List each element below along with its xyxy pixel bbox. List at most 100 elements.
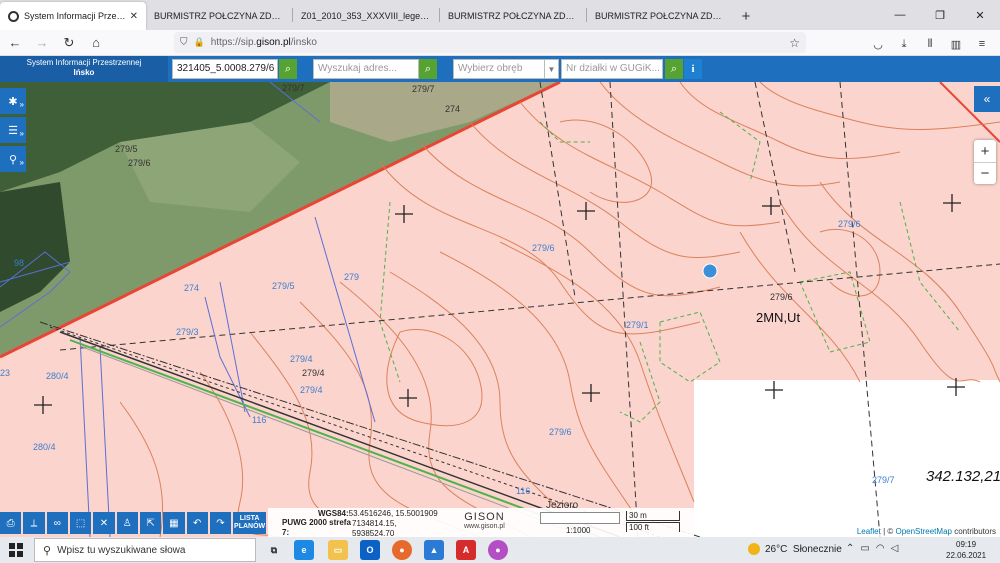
parcel-search-button[interactable]: ⌕	[279, 59, 297, 79]
pdf-reader-icon[interactable]: A	[456, 540, 476, 560]
chevron-right-icon: »	[19, 100, 24, 109]
taskbar-search-text: Wpisz tu wyszukiwane słowa	[57, 544, 186, 556]
new-tab-button[interactable]: +	[733, 2, 759, 30]
search-icon: ⌕	[424, 62, 432, 75]
map-view[interactable]: 279/7 279/7 274 279/5 279/6 279/6 279/6 …	[0, 82, 1000, 537]
firefox-nightly-icon[interactable]: ●	[488, 540, 508, 560]
district-select[interactable]: Wybierz obręb	[453, 59, 545, 79]
location-marker[interactable]	[702, 263, 718, 279]
taskbar-clock[interactable]: 09:19 22.06.2021	[946, 539, 986, 561]
parcel-label: 279/6	[532, 243, 555, 253]
measure-icon[interactable]: ⟂	[23, 512, 45, 534]
network-icon[interactable]: ▭	[860, 543, 875, 554]
parcel-label: 280/4	[46, 371, 69, 381]
forward-icon[interactable]: →	[30, 31, 54, 55]
scale-ratio: 1:1000	[566, 526, 591, 535]
leaflet-link[interactable]: Leaflet	[857, 527, 881, 536]
minimize-icon[interactable]: —	[880, 0, 920, 30]
parcel-label: 280/4	[33, 442, 56, 452]
tab-label: BURMISTRZ POŁCZYNA ZDROJU - U	[154, 11, 284, 21]
parcel-search-input[interactable]: 321405_5.0008.279/6 (S	[172, 59, 278, 79]
chevron-down-icon[interactable]: ▼	[545, 59, 559, 79]
parcel-label: 279/3	[176, 327, 199, 337]
browser-extensions: ◡ ⤓ ⫴ ▥ ≡	[864, 32, 994, 56]
parcel-label: 274	[445, 104, 461, 114]
osm-link[interactable]: OpenStreetMap	[895, 527, 951, 536]
person-icon[interactable]: ♙	[116, 512, 138, 534]
layers-toggle-button[interactable]: ☰»	[0, 117, 26, 143]
window-controls: — ❐ ✕	[880, 0, 1000, 30]
fullscreen-icon[interactable]: ✕	[93, 512, 115, 534]
url-bar[interactable]: ⛉ 🔒 https://sip.gison.pl/insko ☆	[174, 32, 806, 53]
map-icon[interactable]: ▦	[163, 512, 185, 534]
tab-burmistrz-1[interactable]: BURMISTRZ POŁCZYNA ZDROJU - U	[146, 2, 292, 30]
parcel-label: 279/5	[115, 144, 138, 154]
parcel-label: 279/5	[272, 281, 295, 291]
address-search-button[interactable]: ⌕	[419, 59, 437, 79]
parcel-label: 23	[0, 368, 11, 378]
search-icon: ⌕	[670, 62, 678, 75]
undo-icon[interactable]: ↶	[186, 512, 208, 534]
tab-burmistrz-2[interactable]: BURMISTRZ POŁCZYNA ZDROJU - U	[440, 2, 586, 30]
gison-logo[interactable]: GISON www.gison.pl	[464, 511, 505, 530]
panel-collapse-button[interactable]: «	[974, 86, 1000, 112]
gugik-search-button[interactable]: ⌕	[665, 59, 683, 79]
legend-toggle-button[interactable]: ✱»	[0, 88, 26, 114]
home-icon[interactable]: ⌂	[84, 31, 108, 55]
pocket-icon[interactable]: ◡	[866, 32, 890, 56]
photos-icon[interactable]: ▲	[424, 540, 444, 560]
export-icon[interactable]: ⇱	[139, 512, 162, 534]
chevron-up-icon[interactable]: ⌃	[846, 543, 860, 554]
restore-icon[interactable]: ❐	[920, 0, 960, 30]
menu-icon[interactable]: ≡	[970, 32, 994, 56]
zoom-out-button[interactable]: −	[974, 162, 996, 184]
tab-sip[interactable]: System Informacji Przestrzennej ✕	[0, 2, 146, 30]
redo-icon[interactable]: ↷	[209, 512, 232, 534]
parcel-label: 116	[252, 415, 267, 425]
wgs-coords: WGS84:53.4516246, 15.5001909	[318, 509, 438, 518]
outlook-icon[interactable]: O	[360, 540, 380, 560]
tab-burmistrz-3[interactable]: BURMISTRZ POŁCZYNA ZDROJU - U	[587, 2, 733, 30]
select-icon[interactable]: ⬚	[69, 512, 92, 534]
chevron-right-icon: »	[19, 129, 24, 138]
scale-bar-imperial: 100 ft	[626, 522, 680, 532]
download-icon[interactable]: ⤓	[892, 32, 916, 56]
scale-slider[interactable]	[540, 512, 620, 524]
tab-legenda[interactable]: Z01_2010_353_XXXVIII_legenda.jpg	[293, 2, 439, 30]
zoning-label: 2MN,Ut	[756, 310, 801, 325]
map-toolbar: ⎙ ⟂ ∞ ⬚ ✕ ♙ ⇱ ▦ ↶ ↷ LISTA PLANÓW	[0, 512, 268, 534]
address-search-input[interactable]: Wyszukaj adres...	[313, 59, 419, 79]
library-icon[interactable]: ⫴	[918, 32, 942, 56]
shield-icon[interactable]: ⛉	[180, 37, 188, 48]
tab-label: BURMISTRZ POŁCZYNA ZDROJU - U	[448, 11, 578, 21]
file-explorer-icon[interactable]: ▭	[328, 540, 348, 560]
windows-taskbar: ⚲ Wpisz tu wyszukiwane słowa ⧉ e ▭ O ● ▲ …	[0, 537, 1000, 563]
link-icon[interactable]: ∞	[46, 512, 68, 534]
task-view-icon[interactable]: ⧉	[264, 540, 284, 560]
firefox-icon[interactable]: ●	[392, 540, 412, 560]
volume-icon[interactable]: ◁	[891, 543, 905, 554]
info-button[interactable]: i	[684, 59, 702, 79]
weather-widget[interactable]: 26°C Słonecznie	[748, 543, 842, 555]
back-icon[interactable]: ←	[3, 31, 27, 55]
zoom-control: + −	[974, 140, 996, 184]
map-pin-icon: ⚲	[8, 153, 18, 166]
wifi-icon[interactable]: ◠	[876, 543, 891, 554]
reload-icon[interactable]: ↻	[57, 31, 81, 55]
parcel-label: 279/6	[549, 427, 572, 437]
print-icon[interactable]: ⎙	[0, 512, 22, 534]
plan-list-button[interactable]: LISTA PLANÓW	[233, 512, 267, 534]
chevron-double-left-icon: «	[983, 92, 991, 106]
edge-icon[interactable]: e	[294, 540, 314, 560]
parcel-number-input[interactable]: Nr działki w GUGiK...	[561, 59, 663, 79]
close-icon[interactable]: ✕	[130, 11, 138, 22]
browser-navbar: ← → ↻ ⌂ ⛉ 🔒 https://sip.gison.pl/insko ☆…	[0, 30, 1000, 56]
bookmark-star-icon[interactable]: ☆	[789, 36, 800, 50]
windows-start-icon[interactable]	[0, 537, 32, 563]
sidebar-icon[interactable]: ▥	[944, 32, 968, 56]
zoom-in-button[interactable]: +	[974, 140, 996, 162]
taskbar-search[interactable]: ⚲ Wpisz tu wyszukiwane słowa	[34, 538, 256, 562]
lock-icon[interactable]: 🔒	[194, 37, 205, 48]
close-window-icon[interactable]: ✕	[960, 0, 1000, 30]
locate-toggle-button[interactable]: ⚲»	[0, 146, 26, 172]
